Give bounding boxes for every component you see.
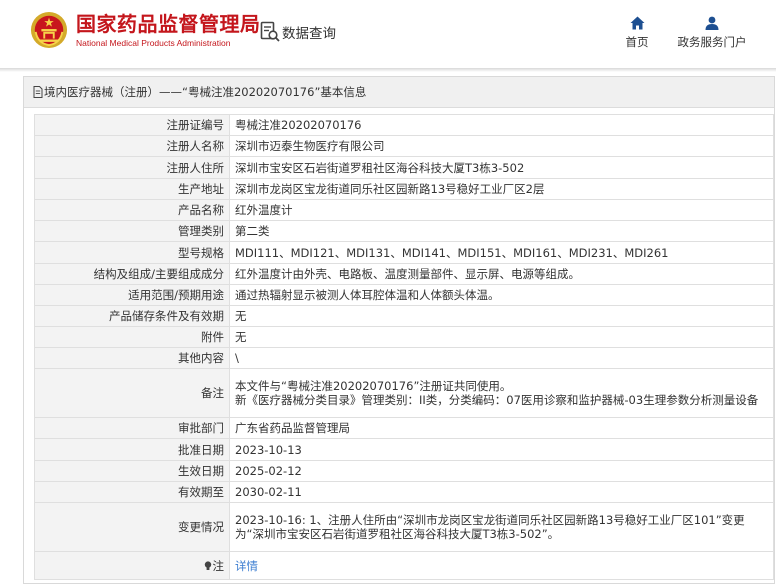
site-brand-en[interactable]: National Medical Products Administration (76, 37, 231, 49)
table-row: 生产地址 深圳市龙岗区宝龙街道同乐社区园新路13号稳好工业厂区2层 (34, 178, 774, 200)
field-value: 深圳市宝安区石岩街道罗租社区海谷科技大厦T3栋3-502 (229, 156, 774, 179)
field-value: 深圳市迈泰生物医疗有限公司 (229, 135, 774, 157)
table-row: 注册人住所 深圳市宝安区石岩街道罗租社区海谷科技大厦T3栋3-502 (34, 156, 774, 179)
header-divider (0, 68, 776, 72)
table-row: 管理类别 第二类 (34, 220, 774, 242)
table-row: 附件无 (34, 326, 774, 348)
note-label: 注 (212, 558, 225, 573)
field-label: 管理类别 (34, 220, 230, 242)
field-label: 备注 (34, 368, 230, 418)
field-label: 产品储存条件及有效期 (34, 305, 230, 327)
field-label: 附件 (34, 326, 230, 348)
field-label: 注册证编号 (34, 114, 230, 136)
table-row: 注 详情 (34, 551, 774, 580)
details-link[interactable]: 详情 (235, 559, 258, 573)
table-row: 适用范围/预期用途 通过热辐射显示被测人体耳腔体温和人体额头体温。 (34, 284, 774, 306)
field-label: 生效日期 (34, 460, 230, 482)
field-value: 2023-10-13 (229, 438, 774, 461)
field-label: 产品名称 (34, 199, 230, 221)
field-label: 注册人名称 (34, 135, 230, 157)
field-label: 结构及组成/主要组成成分 (34, 263, 230, 285)
field-value: 本文件与“粤械注准20202070176”注册证共同使用。 新《医疗器械分类目录… (229, 368, 774, 418)
field-label: 变更情况 (34, 502, 230, 552)
table-row: 产品储存条件及有效期无 (34, 305, 774, 327)
field-label: 注册人住所 (34, 156, 230, 179)
field-value: 无 (229, 326, 774, 348)
panel-title: 境内医疗器械（注册）——“粤械注准20202070176”基本信息 (44, 85, 367, 99)
lightbulb-icon (204, 560, 211, 570)
table-row: 有效期至 2030-02-11 (34, 481, 774, 503)
field-label: 型号规格 (34, 241, 230, 264)
table-row: 注册人名称 深圳市迈泰生物医疗有限公司 (34, 135, 774, 157)
table-row: 审批部门 广东省药品监督管理局 (34, 417, 774, 439)
site-brand-cn[interactable]: 国家药品监督管理局 (76, 12, 261, 36)
field-label: 有效期至 (34, 481, 230, 503)
table-row: 变更情况 2023-10-16: 1、注册人住所由“深圳市龙岗区宝龙街道同乐社区园… (34, 502, 774, 552)
field-value: 2023-10-16: 1、注册人住所由“深圳市龙岗区宝龙街道同乐社区园新路13… (229, 502, 774, 552)
nav-portal-label: 政务服务门户 (677, 35, 747, 49)
national-emblem-logo (30, 11, 68, 49)
field-value: 深圳市龙岗区宝龙街道同乐社区园新路13号稳好工业厂区2层 (229, 178, 774, 200)
field-value: 2030-02-11 (229, 481, 774, 503)
field-value: MDI111、MDI121、MDI131、MDI141、MDI151、MDI16… (229, 241, 774, 264)
field-value: \ (229, 347, 774, 369)
nav-gov-service-portal[interactable]: 政务服务门户 (674, 16, 750, 50)
field-label: 批准日期 (34, 438, 230, 461)
field-value: 详情 (229, 551, 774, 580)
detail-panel: 境内医疗器械（注册）——“粤械注准20202070176”基本信息 注册证编号粤… (23, 76, 775, 584)
data-query-icon (260, 21, 280, 42)
field-value: 红外温度计 (229, 199, 774, 221)
panel-header: 境内医疗器械（注册）——“粤械注准20202070176”基本信息 (24, 77, 774, 108)
table-row: 批准日期 2023-10-13 (34, 438, 774, 461)
field-value: 红外温度计由外壳、电路板、温度测量部件、显示屏、电源等组成。 (229, 263, 774, 285)
table-row: 其他内容 \ (34, 347, 774, 369)
nav-home[interactable]: 首页 (620, 16, 654, 50)
data-query-label: 数据查询 (282, 26, 336, 42)
field-value: 第二类 (229, 220, 774, 242)
top-header: 国家药品监督管理局 National Medical Products Admi… (0, 0, 776, 68)
data-query-link[interactable]: 数据查询 (260, 20, 336, 44)
table-row: 注册证编号 粤械注准20202070176 (34, 114, 774, 136)
field-label: 注 (34, 551, 230, 580)
nav-home-label: 首页 (625, 35, 649, 49)
field-value: 无 (229, 305, 774, 327)
registration-info-table: 注册证编号 粤械注准20202070176 注册人名称 深圳市迈泰生物医疗有限公司 … (34, 114, 774, 580)
field-value: 粤械注准20202070176 (229, 114, 774, 136)
table-row: 备注 本文件与“粤械注准20202070176”注册证共同使用。 新《医疗器械分类… (34, 368, 774, 418)
table-row: 生效日期 2025-02-12 (34, 460, 774, 482)
home-icon (630, 16, 644, 30)
field-label: 生产地址 (34, 178, 230, 200)
table-row: 型号规格 MDI111、MDI121、MDI131、MDI141、MDI151、M… (34, 241, 774, 264)
table-row: 产品名称 红外温度计 (34, 199, 774, 221)
field-value: 通过热辐射显示被测人体耳腔体温和人体额头体温。 (229, 284, 774, 306)
field-label: 审批部门 (34, 417, 230, 439)
field-value: 2025-02-12 (229, 460, 774, 482)
field-label: 适用范围/预期用途 (34, 284, 230, 306)
field-value: 广东省药品监督管理局 (229, 417, 774, 439)
table-row: 结构及组成/主要组成成分 红外温度计由外壳、电路板、温度测量部件、显示屏、电源等组… (34, 263, 774, 285)
document-icon (33, 86, 43, 98)
user-icon (705, 16, 719, 30)
field-label: 其他内容 (34, 347, 230, 369)
